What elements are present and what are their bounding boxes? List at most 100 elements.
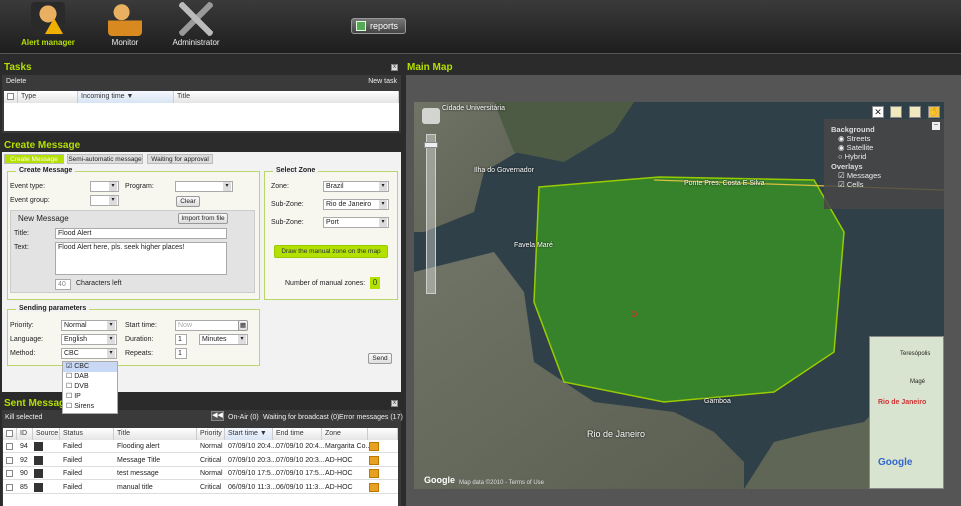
error-messages-link[interactable]: Error messages (17) — [339, 414, 403, 421]
method-option-ip[interactable]: ☐ IP — [63, 392, 117, 402]
row-action-icon[interactable] — [369, 442, 379, 451]
draw-manual-zone-button[interactable]: Draw the manual zone on the map — [274, 245, 388, 258]
table-row[interactable]: 94 Failed Flooding alert Normal 07/09/10 20:… — [3, 440, 398, 453]
method-option-sirens[interactable]: ☐ Sirens — [63, 402, 117, 412]
row-action-icon[interactable] — [369, 455, 379, 465]
col-end-time[interactable]: End time — [273, 428, 322, 440]
import-from-file-button[interactable]: Import from file — [178, 213, 228, 224]
priority-label: Priority: — [10, 322, 34, 329]
legend-satellite[interactable]: ◉ Satellite — [831, 143, 937, 152]
table-cell: AD-HOC — [325, 456, 353, 464]
col-title[interactable]: Title — [174, 91, 399, 103]
legend-cells[interactable]: ☑ Cells — [831, 180, 937, 189]
table-row[interactable]: 85 Failed manual title Critical 06/09/10 11:… — [3, 480, 398, 494]
col-id[interactable]: ID — [17, 428, 33, 440]
zoom-slider[interactable] — [426, 134, 436, 294]
characters-count: 40 — [55, 279, 71, 290]
table-cell: AD-HOC — [325, 483, 353, 491]
table-cell: Message Title — [117, 456, 161, 464]
send-button[interactable]: Send — [368, 353, 392, 364]
col-zone[interactable]: Zone — [322, 428, 368, 440]
col-type[interactable]: Type — [18, 91, 78, 103]
table-cell: Failed — [63, 443, 83, 450]
draw-polygon-icon[interactable] — [890, 106, 902, 118]
tab-create-message[interactable]: Create Message — [4, 154, 64, 164]
method-dropdown[interactable]: ☑ CBC ☐ DAB ☐ DVB ☐ IP ☐ Sirens — [62, 361, 118, 414]
event-group-select[interactable] — [90, 195, 119, 206]
legend-streets[interactable]: ◉ Streets — [831, 134, 937, 143]
col-status[interactable]: Status — [60, 428, 114, 440]
subzone-select[interactable]: Rio de Janeiro — [323, 199, 389, 210]
map-label-university: Cidade Universitária — [442, 105, 506, 112]
method-select[interactable]: CBC — [61, 348, 117, 359]
col-incoming-time[interactable]: Incoming time ▼ — [78, 91, 174, 103]
sent-select-all[interactable] — [3, 428, 17, 440]
program-select[interactable] — [175, 181, 233, 192]
text-label: Text: — [14, 244, 29, 251]
table-cell: Normal — [200, 443, 223, 450]
tab-semi-automatic[interactable]: Semi-automatic message — [67, 154, 143, 164]
alert-zone-polygon[interactable] — [533, 176, 845, 403]
start-time-input[interactable]: Now — [175, 320, 239, 331]
nav-monitor[interactable]: Monitor — [85, 2, 165, 47]
reports-button[interactable]: reports — [351, 18, 406, 34]
new-message-label: New Message — [18, 214, 69, 223]
table-row[interactable]: 92 Failed Message Title Critical 07/09/10 20… — [3, 453, 398, 467]
legend-background-heading: Background — [831, 125, 875, 134]
nav-administrator[interactable]: Administrator — [156, 2, 236, 47]
priority-select[interactable]: Normal — [61, 320, 117, 331]
col-priority[interactable]: Priority — [197, 428, 225, 440]
zone-select[interactable]: Brazil — [323, 181, 389, 192]
row-checkbox[interactable] — [6, 456, 13, 464]
text-area[interactable]: Flood Alert here, pls. seek higher place… — [55, 242, 227, 275]
col-start-time[interactable]: Start time ▼ — [225, 428, 273, 440]
hand-tool-icon[interactable]: ✋ — [928, 106, 940, 118]
map-data-terms[interactable]: Map data ©2010 - Terms of Use — [459, 480, 544, 486]
col-title[interactable]: Title — [114, 428, 197, 440]
duration-unit-select[interactable]: Minutes — [199, 334, 248, 345]
event-type-select[interactable] — [90, 181, 119, 192]
zoom-handle[interactable] — [424, 142, 438, 148]
overview-map[interactable]: Rio de Janeiro Teresópolis Magé Google — [869, 336, 944, 489]
table-cell: 90 — [20, 470, 28, 477]
close-tool-icon[interactable]: ✕ — [872, 106, 884, 118]
title-input[interactable]: Flood Alert — [55, 228, 227, 239]
row-checkbox[interactable] — [6, 443, 13, 450]
kill-selected-link[interactable]: Kill selected — [5, 414, 42, 421]
legend-hybrid[interactable]: ○ Hybrid — [831, 152, 937, 161]
method-option-dab[interactable]: ☐ DAB — [63, 372, 117, 382]
draw-shape-icon[interactable] — [909, 106, 921, 118]
tab-waiting-approval[interactable]: Waiting for approval — [147, 154, 213, 164]
pan-control[interactable] — [422, 108, 440, 124]
repeats-input[interactable]: 1 — [175, 348, 187, 359]
language-select[interactable]: English — [61, 334, 117, 345]
inset-label-mage: Magé — [910, 379, 926, 385]
clear-button[interactable]: Clear — [176, 196, 200, 207]
row-checkbox[interactable] — [6, 470, 13, 477]
new-task-link[interactable]: New task — [368, 78, 397, 85]
row-action-icon[interactable] — [369, 482, 379, 492]
nav-administrator-label: Administrator — [172, 38, 220, 47]
legend-messages[interactable]: ☑ Messages — [831, 171, 937, 180]
delete-link[interactable]: Delete — [6, 78, 26, 85]
event-group-label: Event group: — [10, 197, 50, 204]
table-cell: 94 — [20, 443, 28, 450]
duration-input[interactable]: 1 — [175, 334, 187, 345]
col-source[interactable]: Source — [33, 428, 60, 440]
table-row[interactable]: 90 Failed test message Normal 07/09/10 17:5.… — [3, 467, 398, 480]
legend-collapse-icon[interactable]: − — [932, 121, 940, 130]
waiting-broadcast-link[interactable]: Waiting for broadcast (0) — [263, 414, 339, 421]
nav-alert-manager[interactable]: Alert manager — [8, 2, 88, 47]
on-air-link[interactable]: On-Air (0) — [228, 414, 259, 421]
method-option-dvb[interactable]: ☐ DVB — [63, 382, 117, 392]
row-checkbox[interactable] — [6, 483, 13, 491]
tasks-select-all[interactable] — [4, 91, 18, 103]
sent-close-icon[interactable]: x — [391, 400, 398, 407]
row-action-icon[interactable] — [369, 469, 379, 478]
calendar-icon[interactable]: ▦ — [238, 320, 248, 331]
subzone2-select[interactable]: Port — [323, 217, 389, 228]
tasks-close-icon[interactable]: x — [391, 64, 398, 71]
map-label-gamboa: Gamboa — [704, 398, 731, 405]
report-icon — [356, 21, 366, 31]
method-option-cbc[interactable]: ☑ CBC — [63, 362, 117, 372]
